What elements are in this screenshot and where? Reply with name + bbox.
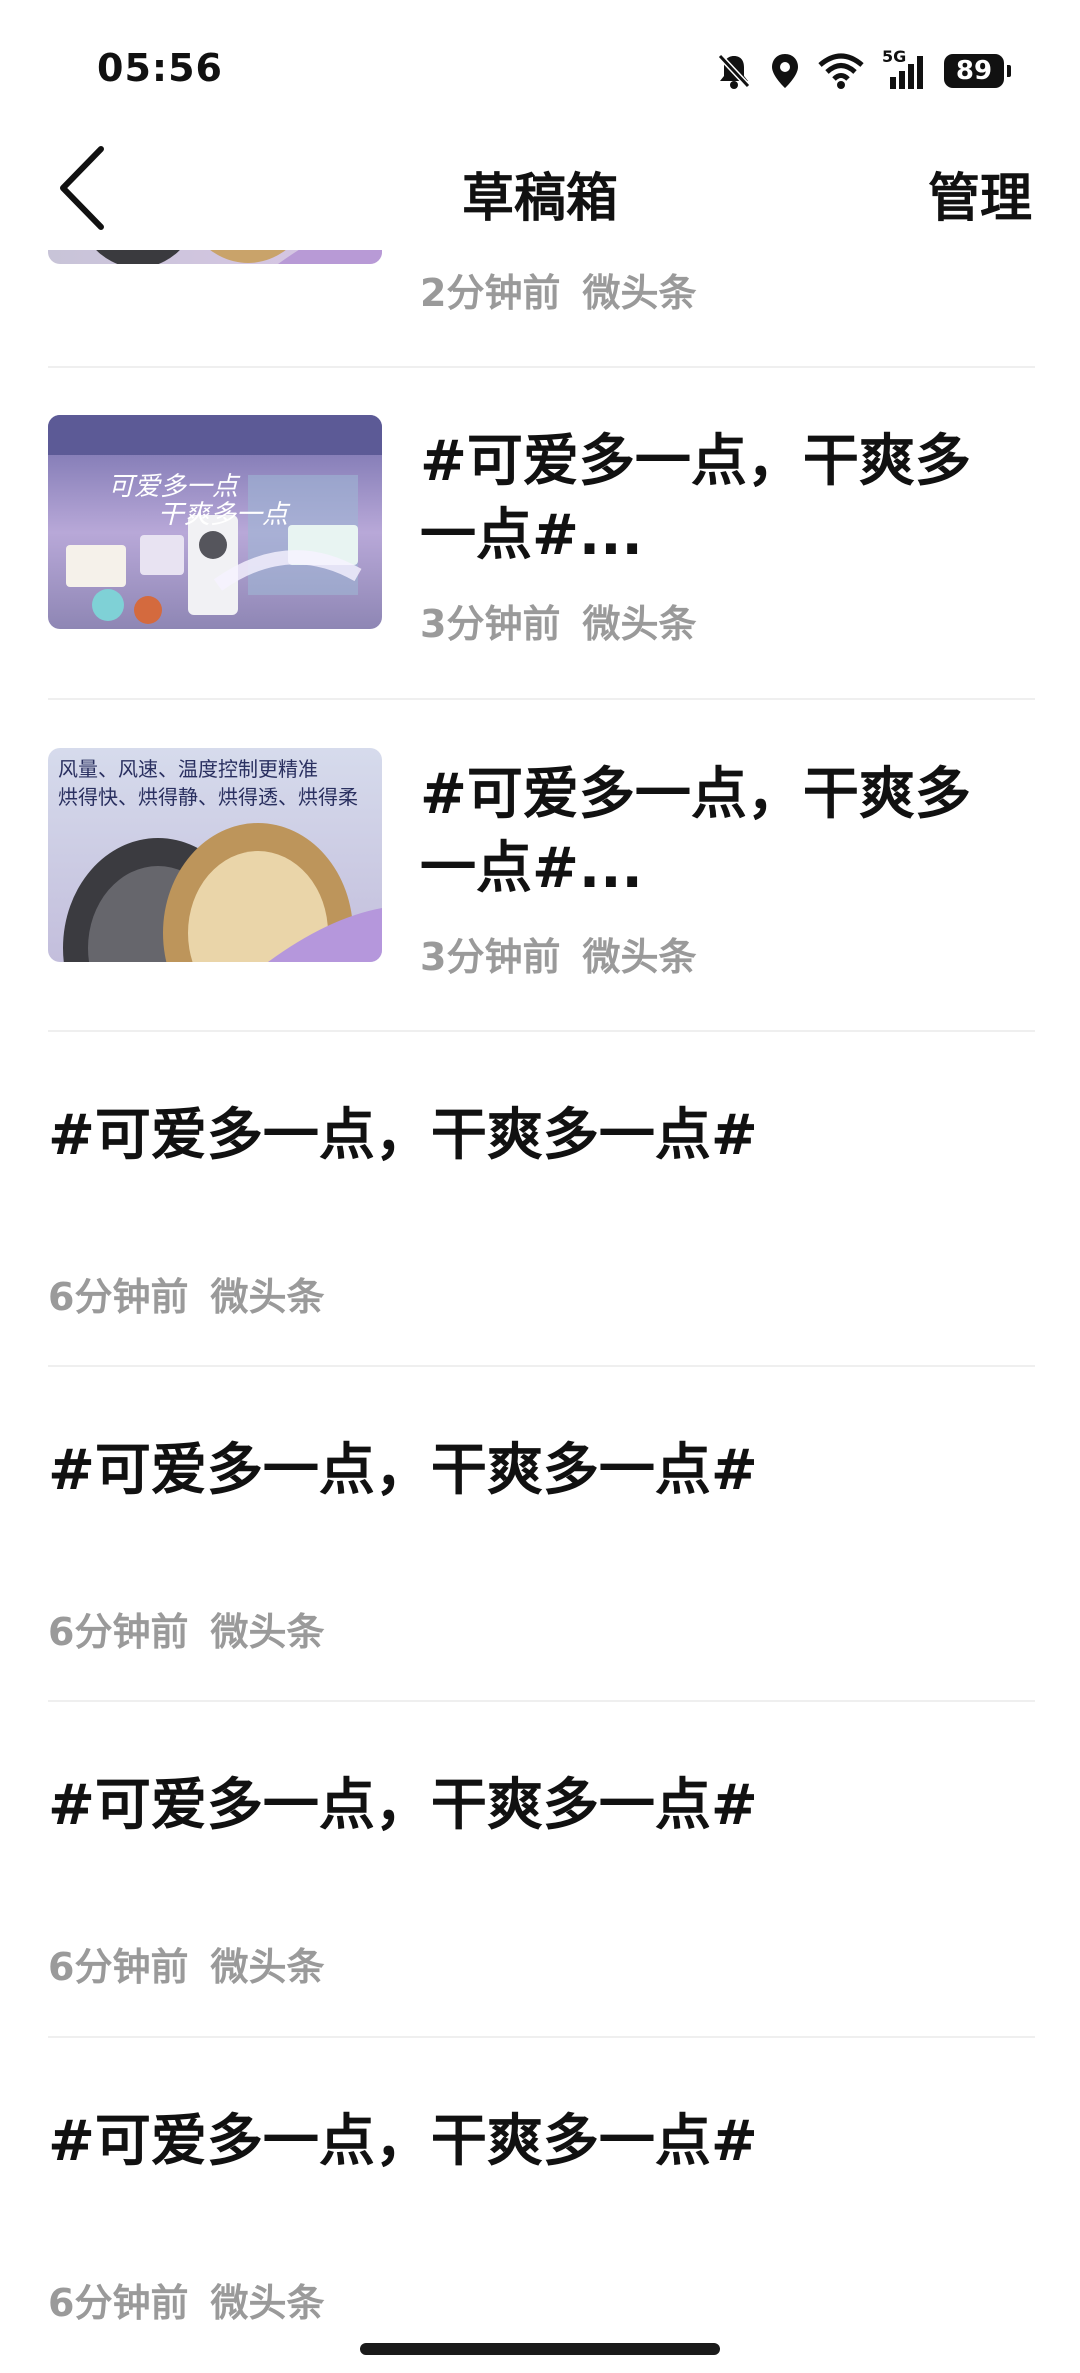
draft-item[interactable]: #可爱多一点，干爽多一点# 6分钟前 微头条: [48, 1415, 1035, 1675]
draft-title: #可爱多一点，干爽多一点#: [48, 1773, 758, 1838]
draft-meta: 6分钟前 微头条: [48, 2272, 324, 2327]
drafts-page: 2分钟前 微头条 可爱多一点 干爽多一点 #可爱多一点，干爽多一点#... 3分…: [0, 0, 1080, 2373]
nav-bar: 草稿箱 管理: [0, 130, 1080, 250]
draft-meta: 6分钟前 微头条: [48, 1266, 324, 1321]
status-bar: 05:56 5G 89: [0, 0, 1080, 130]
thumb-caption-1: 可爱多一点: [108, 472, 241, 502]
divider: [48, 1700, 1035, 1702]
thumb-caption-2: 干爽多一点: [158, 500, 291, 530]
draft-item[interactable]: #可爱多一点，干爽多一点# 6分钟前 微头条: [48, 2086, 1035, 2346]
draft-title: #可爱多一点，干爽多一点#...: [420, 429, 971, 568]
divider: [48, 1030, 1035, 1032]
draft-meta: 2分钟前 微头条: [420, 262, 696, 317]
draft-title: #可爱多一点，干爽多一点#: [48, 1103, 758, 1168]
draft-title: #可爱多一点，干爽多一点#...: [420, 762, 971, 901]
page-title: 草稿箱: [461, 169, 618, 229]
draft-meta: 6分钟前 微头条: [48, 1936, 324, 1991]
divider: [48, 2036, 1035, 2038]
manage-button[interactable]: 管理: [928, 156, 1032, 231]
battery-icon: 89: [944, 54, 1011, 88]
draft-item[interactable]: #可爱多一点，干爽多一点# 6分钟前 微头条: [48, 1750, 1035, 2010]
status-icons: 5G 89: [716, 47, 1011, 94]
divider: [48, 366, 1035, 368]
draft-source: 微头条: [582, 271, 697, 315]
location-icon: [770, 52, 800, 90]
divider: [48, 698, 1035, 700]
divider: [48, 1365, 1035, 1367]
draft-meta: 3分钟前 微头条: [420, 593, 696, 648]
draft-time: 6分钟前: [48, 1945, 189, 1989]
mute-bell-icon: [716, 52, 752, 90]
status-time: 05:56: [97, 46, 223, 90]
draft-item[interactable]: #可爱多一点，干爽多一点# 6分钟前 微头条: [48, 1080, 1035, 1340]
draft-title: #可爱多一点，干爽多一点#: [48, 2109, 758, 2174]
draft-item[interactable]: 风量、风速、温度控制更精准 烘得快、烘得静、烘得透、烘得柔 #可爱多一点，干爽多…: [48, 748, 1035, 1008]
draft-source: 微头条: [210, 1945, 325, 1989]
home-indicator[interactable]: [360, 2343, 720, 2355]
draft-time: 3分钟前: [420, 935, 561, 979]
wifi-icon: [818, 53, 864, 89]
draft-source: 微头条: [210, 1610, 325, 1654]
draft-thumbnail: 风量、风速、温度控制更精准 烘得快、烘得静、烘得透、烘得柔: [48, 748, 382, 962]
draft-item[interactable]: 可爱多一点 干爽多一点 #可爱多一点，干爽多一点#... 3分钟前 微头条: [48, 415, 1035, 675]
draft-source: 微头条: [210, 2281, 325, 2325]
draft-meta: 3分钟前 微头条: [420, 926, 696, 981]
draft-title: #可爱多一点，干爽多一点#: [48, 1438, 758, 1503]
draft-time: 2分钟前: [420, 271, 561, 315]
draft-source: 微头条: [582, 602, 697, 646]
thumb-line-2: 烘得快、烘得静、烘得透、烘得柔: [58, 785, 358, 809]
draft-thumbnail: 可爱多一点 干爽多一点: [48, 415, 382, 629]
draft-time: 3分钟前: [420, 602, 561, 646]
chevron-left-icon: [57, 145, 107, 235]
draft-time: 6分钟前: [48, 2281, 189, 2325]
battery-level: 89: [955, 56, 993, 86]
draft-source: 微头条: [210, 1275, 325, 1319]
draft-source: 微头条: [582, 935, 697, 979]
draft-time: 6分钟前: [48, 1610, 189, 1654]
thumb-line-1: 风量、风速、温度控制更精准: [58, 757, 318, 781]
draft-meta: 6分钟前 微头条: [48, 1601, 324, 1656]
draft-time: 6分钟前: [48, 1275, 189, 1319]
signal-icon: 5G: [882, 47, 926, 91]
back-button[interactable]: [42, 140, 122, 240]
